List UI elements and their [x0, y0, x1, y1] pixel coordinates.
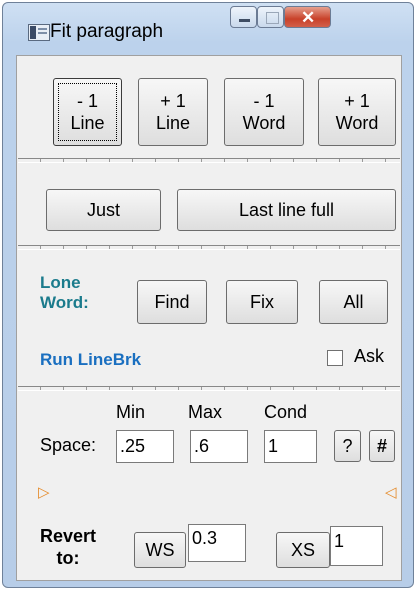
maximize-button[interactable] [257, 6, 284, 28]
minimize-icon [239, 19, 250, 22]
close-button[interactable]: ✕ [284, 6, 331, 28]
max-label: Max [188, 402, 223, 422]
separator-ruler-2 [18, 245, 400, 250]
space-cond-input[interactable]: 1 [264, 430, 317, 463]
separator-ruler-3 [18, 386, 400, 391]
window-title: Fit paragraph [50, 21, 164, 42]
all-button[interactable]: All [319, 280, 388, 324]
maximize-icon [266, 12, 279, 24]
find-button[interactable]: Find [137, 280, 207, 324]
separator-ruler-1 [18, 158, 400, 163]
minus-one-line-button[interactable]: - 1 Line [53, 78, 122, 146]
min-label: Min [116, 402, 146, 422]
cond-label: Cond [264, 402, 308, 422]
left-marker-icon: ▷ [38, 484, 50, 501]
space-max-input[interactable]: .6 [190, 430, 248, 463]
ask-label: Ask [354, 346, 385, 366]
run-linebrk-link[interactable]: Run LineBrk [40, 350, 141, 370]
help-button[interactable]: ? [334, 430, 361, 462]
space-min-input[interactable]: .25 [116, 430, 174, 463]
last-line-full-button[interactable]: Last line full [177, 189, 396, 231]
just-button[interactable]: Just [46, 189, 161, 231]
xs-input[interactable]: 1 [330, 526, 383, 566]
fix-button[interactable]: Fix [226, 280, 298, 324]
ws-button[interactable]: WS [134, 532, 186, 568]
app-icon [28, 24, 50, 41]
right-marker-icon: ◁ [385, 484, 397, 501]
plus-one-line-button[interactable]: + 1 Line [138, 78, 208, 146]
hash-button[interactable]: # [369, 430, 395, 462]
xs-button[interactable]: XS [276, 532, 330, 568]
minus-one-word-button[interactable]: - 1 Word [224, 78, 304, 146]
ask-checkbox[interactable] [327, 350, 343, 366]
revert-to-label: Revert to: [39, 526, 97, 568]
close-icon: ✕ [301, 8, 316, 27]
space-label: Space: [40, 435, 97, 455]
ws-input[interactable]: 0.3 [188, 524, 246, 562]
lone-word-label: Lone Word: [40, 273, 89, 312]
plus-one-word-button[interactable]: + 1 Word [318, 78, 396, 146]
minimize-button[interactable] [230, 6, 257, 28]
